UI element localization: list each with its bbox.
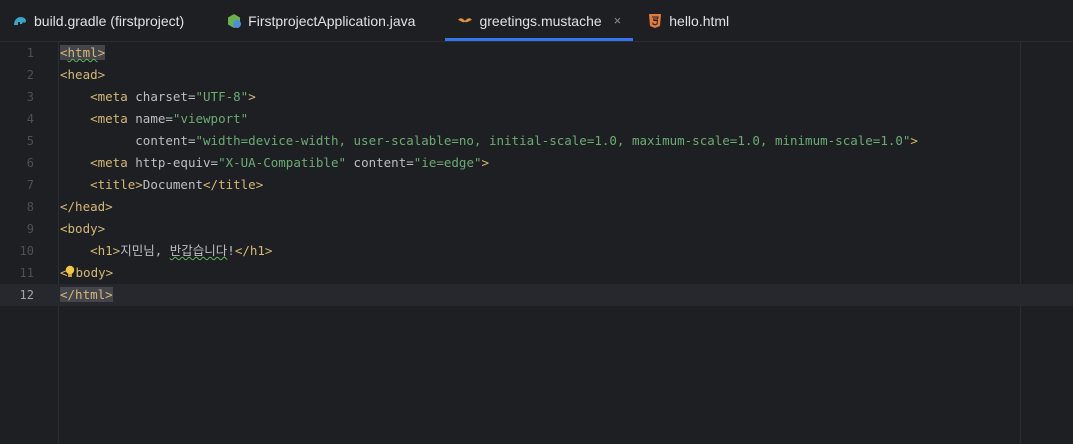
tab-greetings-mustache[interactable]: greetings.mustache × (445, 0, 634, 41)
code-text: content="width=device-width, user-scalab… (135, 133, 918, 148)
line-number: 8 (26, 200, 34, 214)
code-line-current[interactable]: 12 </html> (0, 284, 1073, 306)
close-icon[interactable]: × (614, 13, 622, 28)
tab-firstproject-application[interactable]: FirstprojectApplication.java (214, 0, 427, 41)
code-line[interactable]: 6 <meta http-equiv="X-UA-Compatible" con… (0, 152, 1073, 174)
code-line[interactable]: 11 < body> (0, 262, 1073, 284)
line-number: 12 (19, 288, 34, 302)
code-text: </html> (60, 287, 113, 302)
code-line[interactable]: 9 <body> (0, 218, 1073, 240)
line-number: 5 (26, 134, 34, 148)
line-number: 6 (26, 156, 34, 170)
code-text: </head> (60, 199, 113, 214)
line-number: 7 (26, 178, 34, 192)
spring-boot-icon (226, 13, 242, 29)
lightbulb-icon[interactable] (65, 265, 76, 279)
code-text: <title>Document</title> (90, 177, 264, 192)
line-number: 11 (19, 266, 34, 280)
code-text: <h1>지민님, 반갑습니다!</h1> (90, 243, 273, 258)
code-line[interactable]: 3 <meta charset="UTF-8"> (0, 86, 1073, 108)
code-line[interactable]: 2 <head> (0, 64, 1073, 86)
code-text: <head> (60, 67, 106, 82)
code-line[interactable]: 1 <html> (0, 42, 1073, 64)
html5-icon (647, 13, 663, 29)
tab-build-gradle[interactable]: build.gradle (firstproject) (0, 0, 196, 41)
line-number: 2 (26, 68, 34, 82)
gradle-icon (12, 13, 28, 29)
code-line[interactable]: 8 </head> (0, 196, 1073, 218)
line-number: 1 (26, 46, 34, 60)
mustache-icon (457, 13, 473, 29)
code-line[interactable]: 4 <meta name="viewport" (0, 108, 1073, 130)
code-editor[interactable]: 1 <html> 2 <head> 3 <meta charset="UTF-8… (0, 42, 1073, 444)
code-text: <body> (60, 265, 114, 280)
tab-label: FirstprojectApplication.java (248, 12, 416, 29)
line-number: 4 (26, 112, 34, 126)
tab-label: build.gradle (firstproject) (34, 12, 185, 29)
tab-label: greetings.mustache (479, 12, 602, 29)
code-line[interactable]: 10 <h1>지민님, 반갑습니다!</h1> (0, 240, 1073, 262)
tab-label: hello.html (669, 12, 730, 29)
editor-tab-bar: build.gradle (firstproject) Firstproject… (0, 0, 1073, 42)
line-number: 9 (26, 222, 34, 236)
line-number: 3 (26, 90, 34, 104)
code-text: <body> (60, 221, 106, 236)
line-number: 10 (19, 244, 34, 258)
tab-hello-html[interactable]: hello.html (635, 0, 741, 41)
code-text: <meta name="viewport" (90, 111, 249, 126)
code-line[interactable]: 5 content="width=device-width, user-scal… (0, 130, 1073, 152)
code-text: <html> (60, 45, 106, 60)
code-text: <meta http-equiv="X-UA-Compatible" conte… (90, 155, 490, 170)
code-text: <meta charset="UTF-8"> (90, 89, 256, 104)
code-line[interactable]: 7 <title>Document</title> (0, 174, 1073, 196)
